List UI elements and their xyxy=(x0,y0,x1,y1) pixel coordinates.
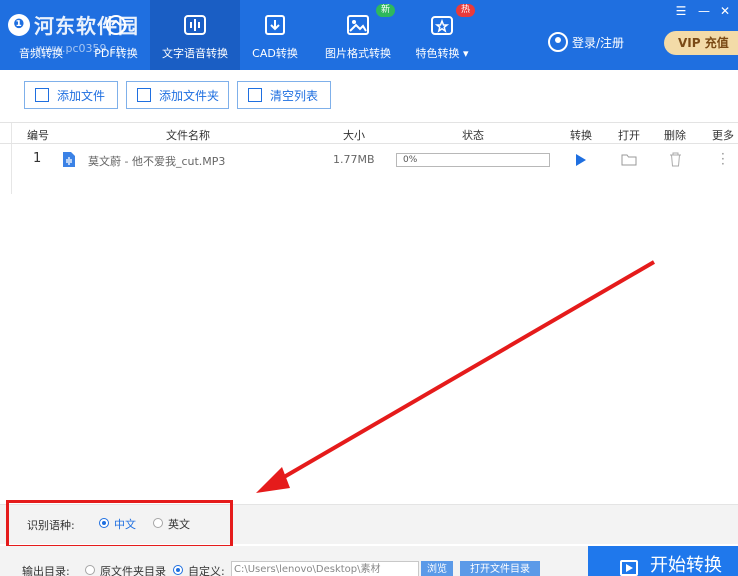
nav-item-label: PDF转换 xyxy=(94,47,138,60)
highlight-box xyxy=(6,500,233,548)
waveform-icon xyxy=(184,15,206,35)
row-file-name: 莫文蔚 - 他不爱我_cut.MP3 xyxy=(88,155,226,168)
browse-button[interactable]: 浏览 xyxy=(421,561,453,576)
column-header-size: 大小 xyxy=(343,129,365,142)
radio-custom-folder[interactable] xyxy=(173,565,183,575)
audio-file-icon xyxy=(63,152,75,167)
cad-icon xyxy=(265,15,285,35)
login-label: 登录/注册 xyxy=(572,35,625,50)
clear-list-label: 清空列表 xyxy=(270,88,319,103)
radio-custom-folder-label: 自定义: xyxy=(188,565,225,576)
column-header-status: 状态 xyxy=(462,129,484,142)
output-label: 输出目录: xyxy=(22,565,70,576)
clear-list-button[interactable]: 清空列表 xyxy=(237,81,331,109)
image-icon xyxy=(347,15,369,35)
column-header-name: 文件名称 xyxy=(166,129,210,142)
folder-open-icon[interactable] xyxy=(621,154,637,166)
nav-item-pdf-convert[interactable]: PDF转换 xyxy=(82,0,150,70)
nav-item-label: 文字语音转换 xyxy=(162,47,228,60)
top-navigation-bar: ❶ 河东软件园 www.pc0359.cn 音频转换 PDF转换 文字语音转换 … xyxy=(0,0,738,70)
user-icon xyxy=(548,32,568,52)
vip-recharge-button[interactable]: VIP 充值 xyxy=(664,31,738,55)
add-file-label: 添加文件 xyxy=(57,88,106,103)
row-file-size: 1.77MB xyxy=(333,153,375,166)
row-index: 1 xyxy=(33,151,42,166)
column-header-convert: 转换 xyxy=(570,129,592,142)
column-header-open: 打开 xyxy=(618,129,640,142)
row-progress-bar: 0% xyxy=(396,153,550,167)
add-file-button[interactable]: 添加文件 xyxy=(24,81,118,109)
nav-item-audio-convert[interactable]: 音频转换 xyxy=(0,0,82,70)
delete-icon[interactable] xyxy=(669,152,682,167)
minimize-icon[interactable]: — xyxy=(697,4,711,18)
nav-item-label: 图片格式转换 xyxy=(325,47,391,60)
column-header-more: 更多 xyxy=(712,129,734,142)
hot-badge: 热 xyxy=(456,4,476,17)
add-folder-label: 添加文件夹 xyxy=(159,88,220,103)
nav-item-cad-convert[interactable]: CAD转换 xyxy=(240,0,310,70)
trash-icon xyxy=(248,88,262,102)
close-icon[interactable]: ✕ xyxy=(718,4,732,18)
radio-source-folder-label: 原文件夹目录 xyxy=(100,565,166,576)
radio-source-folder[interactable] xyxy=(85,565,95,575)
nav-item-label: 音频转换 xyxy=(19,47,63,60)
column-header-index: 编号 xyxy=(27,129,49,142)
add-folder-button[interactable]: 添加文件夹 xyxy=(126,81,229,109)
add-file-icon xyxy=(35,88,49,102)
star-convert-icon xyxy=(431,16,453,35)
login-button[interactable]: 登录/注册 xyxy=(548,32,624,52)
start-icon xyxy=(620,560,638,576)
nav-item-text-speech-convert[interactable]: 文字语音转换 xyxy=(150,0,240,70)
play-icon[interactable] xyxy=(576,154,586,166)
menu-icon[interactable]: ☰ xyxy=(674,4,688,18)
start-convert-label: 开始转换 xyxy=(650,555,722,576)
add-folder-icon xyxy=(137,88,151,102)
file-toolbar: 添加文件 添加文件夹 清空列表 xyxy=(0,70,738,122)
file-table-header: 编号 文件名称 大小 状态 转换 打开 删除 更多 xyxy=(0,122,738,144)
more-options-icon[interactable]: · · · xyxy=(721,148,725,170)
column-header-delete: 删除 xyxy=(664,129,686,142)
new-badge: 新 xyxy=(376,4,396,17)
output-path-input[interactable]: C:\Users\lenovo\Desktop\素材 xyxy=(231,561,419,576)
open-folder-button[interactable]: 打开文件目录 xyxy=(460,561,540,576)
start-convert-button[interactable]: 开始转换 xyxy=(588,546,738,576)
table-row[interactable]: 1 莫文蔚 - 他不爱我_cut.MP3 1.77MB 0% · · · xyxy=(0,146,738,174)
nav-item-label: CAD转换 xyxy=(252,47,298,60)
nav-item-label: 特色转换 ▾ xyxy=(415,47,469,60)
pdf-icon xyxy=(106,15,126,35)
